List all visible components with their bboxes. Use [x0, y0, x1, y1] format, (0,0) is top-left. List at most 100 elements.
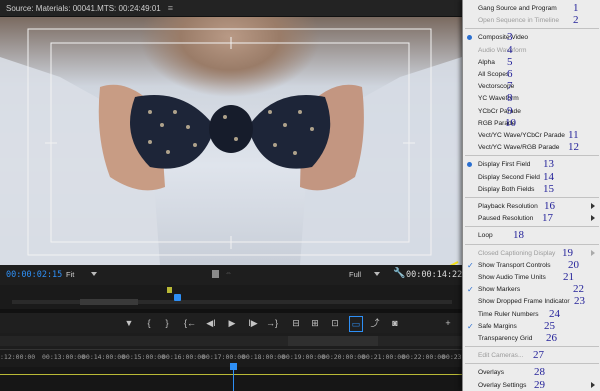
video-frame	[0, 17, 462, 265]
menu-separator	[465, 346, 599, 348]
export-frame-button[interactable]: ⤴	[368, 316, 382, 330]
menu-item-label: All Scopes	[478, 71, 510, 78]
safe-margins-button[interactable]: ▭	[349, 316, 363, 332]
submenu-arrow-icon	[591, 249, 595, 256]
menu-icon[interactable]: ≡	[168, 3, 173, 13]
menu-item-alpha[interactable]: Alpha 5	[463, 56, 600, 69]
add-marker-button[interactable]: ▼	[122, 316, 136, 330]
menu-item-closed-captioning-display: Closed Captioning Display 19	[463, 247, 600, 260]
annotation-number: 17	[542, 212, 553, 225]
menu-item-display-first-field[interactable]: Display First Field 13	[463, 158, 600, 171]
annotation-number: 14	[543, 170, 554, 183]
menu-item-label: Composite Video	[478, 34, 529, 42]
menu-item-label: Display First Field	[478, 161, 531, 169]
radio-dot-icon	[467, 35, 472, 41]
step-back-button[interactable]: ◀I	[204, 316, 218, 330]
mark-out-button[interactable]: }	[160, 316, 174, 330]
annotation-number: 20	[568, 258, 579, 271]
overwrite-button[interactable]: ⊞	[308, 316, 322, 330]
annotation-number: 15	[543, 182, 554, 195]
ruler-label: 00:13:00:00	[42, 353, 86, 361]
source-monitor-header: Source: Materials: 00041.MTS: 00:24:49:0…	[0, 0, 462, 17]
ruler-label: 00:21:00:00	[362, 353, 406, 361]
menu-item-label: Time Ruler Numbers	[478, 310, 539, 318]
menu-item-yc-waveform[interactable]: YC Waveform 8	[463, 92, 600, 105]
annotation-number: 29	[534, 378, 545, 391]
current-timecode[interactable]: 00:00:02:15	[6, 270, 62, 280]
menu-item-display-second-field[interactable]: Display Second Field 14	[463, 171, 600, 184]
sequence-playhead[interactable]	[230, 363, 237, 370]
drag-audio-icon[interactable]: ⇔	[225, 270, 232, 277]
menu-item-label: Display Both Fields	[478, 185, 535, 193]
menu-item-label: Alpha	[478, 58, 495, 66]
lift-button[interactable]: ⊡	[328, 316, 342, 330]
menu-item-label: Transparency Grid	[478, 335, 533, 342]
ruler-label: 00:22:00:00	[402, 353, 446, 361]
chevron-down-icon[interactable]	[374, 272, 380, 276]
menu-item-label: Overlays	[478, 369, 505, 377]
annotation-number: 16	[544, 200, 555, 212]
menu-item-time-ruler-numbers[interactable]: Time Ruler Numbers 24	[463, 308, 600, 321]
ruler-label: 00:20:00:00	[322, 353, 366, 361]
annotation-number: 1	[573, 2, 579, 14]
zoom-select[interactable]: Fit	[66, 270, 74, 279]
ruler-label: 00:14:00:00	[82, 353, 126, 361]
menu-item-vectorscope[interactable]: Vectorscope 7	[463, 80, 600, 93]
menu-item-rgb-parade[interactable]: RGB Parade 10	[463, 117, 600, 130]
menu-item-overlays[interactable]: Overlays 28	[463, 366, 600, 379]
step-forward-button[interactable]: I▶	[246, 316, 260, 330]
sequence-scroll-thumb[interactable]	[288, 336, 378, 346]
menu-item-transparency-grid[interactable]: Transparency Grid 26	[463, 332, 600, 345]
check-icon: ✓	[467, 260, 474, 270]
menu-item-overlay-settings[interactable]: Overlay Settings 29	[463, 379, 600, 391]
insert-button[interactable]: ⊟	[289, 316, 303, 330]
annotation-number: 7	[507, 80, 513, 93]
menu-item-composite-video[interactable]: Composite Video 3	[463, 31, 600, 44]
menu-item-label: Paused Resolution	[478, 215, 534, 223]
play-button[interactable]: ▶	[225, 316, 239, 330]
go-to-in-button[interactable]: {←	[183, 316, 197, 330]
menu-separator	[465, 243, 599, 245]
monitor-mini-timeline[interactable]	[0, 285, 462, 313]
annotation-number: 11	[568, 129, 579, 141]
go-to-out-button[interactable]: →}	[265, 316, 279, 330]
annotation-number: 18	[513, 229, 524, 242]
menu-item-show-transport-controls[interactable]: ✓ Show Transport Controls 20	[463, 259, 600, 272]
submenu-arrow-icon	[591, 215, 595, 222]
mark-in-button[interactable]: {	[142, 316, 156, 330]
menu-item-vect-yc-wave-ycbcr-parade[interactable]: Vect/YC Wave/YCbCr Parade 11	[463, 129, 600, 142]
menu-item-show-audio-time-units[interactable]: Show Audio Time Units 21	[463, 271, 600, 284]
menu-item-label: Vect/YC Wave/RGB Parade	[478, 144, 560, 152]
check-icon: ✓	[467, 321, 474, 331]
menu-item-all-scopes[interactable]: All Scopes 6	[463, 68, 600, 81]
menu-item-show-dropped-frame-indicator[interactable]: Show Dropped Frame Indicator 23	[463, 295, 600, 308]
menu-item-ycbcr-parade[interactable]: YCbCr Parade 9	[463, 105, 600, 118]
drag-video-icon[interactable]	[212, 270, 219, 278]
menu-item-open-sequence-in-timeline: Open Sequence in Timeline 2	[463, 14, 600, 27]
menu-item-show-markers[interactable]: ✓ Show Markers 22	[463, 283, 600, 296]
camera-button[interactable]: ◙	[388, 316, 402, 330]
button-editor-button[interactable]: +	[441, 316, 455, 330]
menu-item-vect-yc-wave-rgb-parade[interactable]: Vect/YC Wave/RGB Parade 12	[463, 141, 600, 154]
menu-item-label: Loop	[478, 232, 493, 240]
menu-item-loop[interactable]: Loop 18	[463, 229, 600, 242]
wrench-icon[interactable]: 🔧	[393, 268, 405, 279]
marker-icon[interactable]	[167, 287, 172, 293]
menu-item-safe-margins[interactable]: ✓ Safe Margins 25	[463, 320, 600, 333]
menu-item-label: Open Sequence in Timeline	[478, 17, 560, 25]
resolution-select[interactable]: Full	[349, 270, 361, 279]
playhead[interactable]	[174, 294, 181, 301]
chevron-down-icon[interactable]	[91, 272, 97, 276]
annotation-number: 2	[573, 14, 579, 27]
annotation-number: 9	[507, 104, 513, 117]
annotation-number: 10	[505, 116, 516, 129]
annotation-number: 25	[544, 319, 555, 332]
in-out-zone[interactable]	[80, 299, 138, 305]
annotation-number: 12	[568, 141, 579, 154]
menu-item-playback-resolution[interactable]: Playback Resolution 16	[463, 200, 600, 213]
scrub-track[interactable]	[12, 300, 452, 304]
menu-item-gang-source-and-program[interactable]: Gang Source and Program 1	[463, 2, 600, 15]
video-content	[0, 28, 462, 265]
menu-item-paused-resolution[interactable]: Paused Resolution 17	[463, 212, 600, 225]
menu-item-display-both-fields[interactable]: Display Both Fields 15	[463, 183, 600, 196]
